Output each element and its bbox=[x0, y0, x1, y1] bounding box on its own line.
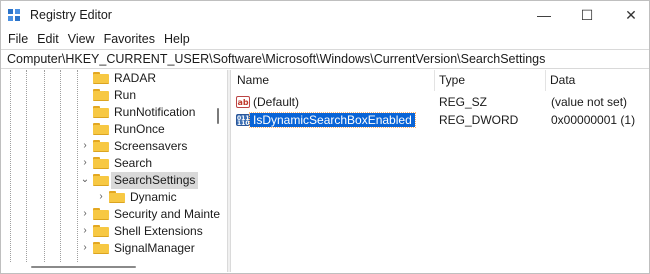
folder-icon bbox=[93, 123, 109, 135]
tree-item-searchsettings[interactable]: ⌄ SearchSettings bbox=[1, 172, 225, 189]
tree-expander[interactable] bbox=[82, 123, 92, 135]
value-row-default[interactable]: ab (Default) REG_SZ (value not set) bbox=[233, 93, 649, 111]
tree-item-signalmanager[interactable]: › SignalManager bbox=[1, 240, 225, 257]
title-bar[interactable]: Registry Editor — ☐ ✕ bbox=[1, 1, 649, 29]
chevron-right-icon[interactable]: › bbox=[80, 208, 90, 220]
folder-icon bbox=[109, 191, 125, 203]
menu-bar: File Edit View Favorites Help bbox=[1, 29, 649, 49]
address-bar[interactable]: Computer\HKEY_CURRENT_USER\Software\Micr… bbox=[1, 49, 649, 69]
column-header-data[interactable]: Data bbox=[546, 70, 649, 91]
folder-icon bbox=[93, 89, 109, 101]
tree-item-label: Search bbox=[114, 156, 153, 170]
folder-icon bbox=[93, 242, 109, 254]
value-data: (value not set) bbox=[551, 95, 628, 109]
tree-item-security-and-maintenance[interactable]: › Security and Mainte bbox=[1, 206, 225, 223]
value-name-selected: IsDynamicSearchBoxEnabled bbox=[249, 112, 416, 128]
column-header-name[interactable]: Name bbox=[233, 70, 435, 91]
value-row-isdynamicsearchboxenabled[interactable]: 011 110 IsDynamicSearchBoxEnabled REG_DW… bbox=[233, 111, 649, 129]
value-data: 0x00000001 (1) bbox=[551, 113, 636, 127]
tree-item-search[interactable]: › Search bbox=[1, 155, 225, 172]
scrollbar-thumb[interactable] bbox=[217, 108, 219, 124]
pane-splitter[interactable] bbox=[227, 70, 231, 272]
chevron-right-icon[interactable]: › bbox=[80, 140, 90, 152]
close-button[interactable]: ✕ bbox=[608, 1, 650, 29]
menu-favorites[interactable]: Favorites bbox=[97, 29, 155, 49]
chevron-right-icon[interactable]: › bbox=[80, 157, 90, 169]
folder-icon bbox=[93, 157, 109, 169]
menu-help[interactable]: Help bbox=[157, 29, 190, 49]
tree-expander[interactable] bbox=[82, 106, 92, 118]
key-tree[interactable]: RADAR Run RunNotification RunOnce › Scre… bbox=[1, 70, 225, 262]
chevron-right-icon[interactable]: › bbox=[80, 242, 90, 254]
list-horizontal-scrollbar[interactable] bbox=[233, 262, 649, 272]
value-type: REG_DWORD bbox=[439, 113, 519, 127]
value-name: (Default) bbox=[253, 95, 300, 109]
dword-value-icon: 011 110 bbox=[236, 114, 250, 127]
tree-item-label: Run bbox=[114, 88, 137, 102]
tree-item-shell-extensions[interactable]: › Shell Extensions bbox=[1, 223, 225, 240]
folder-icon bbox=[93, 72, 109, 84]
tree-item-screensavers[interactable]: › Screensavers bbox=[1, 138, 225, 155]
maximize-button[interactable]: ☐ bbox=[564, 1, 610, 29]
tree-horizontal-scrollbar[interactable] bbox=[1, 262, 225, 272]
registry-editor-icon bbox=[8, 9, 21, 22]
value-name: IsDynamicSearchBoxEnabled bbox=[249, 111, 416, 129]
tree-item-runonce[interactable]: RunOnce bbox=[1, 121, 225, 138]
tree-item-label: Dynamic bbox=[130, 190, 177, 204]
menu-view[interactable]: View bbox=[61, 29, 95, 49]
folder-open-icon bbox=[93, 174, 109, 186]
folder-icon bbox=[93, 225, 109, 237]
tree-item-run[interactable]: Run bbox=[1, 87, 225, 104]
tree-item-dynamic[interactable]: › Dynamic bbox=[1, 189, 225, 206]
string-value-icon: ab bbox=[236, 96, 250, 108]
values-list[interactable]: Name Type Data ab (Default) REG_SZ (valu… bbox=[233, 70, 649, 262]
registry-editor-window: Registry Editor — ☐ ✕ File Edit View Fav… bbox=[0, 0, 650, 274]
tree-item-label: SignalManager bbox=[114, 241, 195, 255]
tree-item-runnotification[interactable]: RunNotification bbox=[1, 104, 225, 121]
chevron-down-icon[interactable]: ⌄ bbox=[80, 174, 90, 186]
tree-item-label: RunNotification bbox=[114, 105, 196, 119]
value-type: REG_SZ bbox=[439, 95, 488, 109]
folder-icon bbox=[93, 208, 109, 220]
menu-edit[interactable]: Edit bbox=[30, 29, 59, 49]
tree-item-label: RunOnce bbox=[114, 122, 165, 136]
tree-item-label: RADAR bbox=[114, 71, 157, 85]
tree-item-label: SearchSettings bbox=[111, 172, 199, 189]
tree-item-label: Security and Mainte bbox=[114, 207, 221, 221]
chevron-right-icon[interactable]: › bbox=[80, 225, 90, 237]
tree-item-label: Screensavers bbox=[114, 139, 188, 153]
chevron-right-icon[interactable]: › bbox=[96, 191, 106, 203]
window-title: Registry Editor bbox=[30, 8, 112, 22]
column-header-type[interactable]: Type bbox=[435, 70, 546, 91]
folder-icon bbox=[93, 140, 109, 152]
menu-file[interactable]: File bbox=[1, 29, 28, 49]
tree-expander[interactable] bbox=[82, 89, 92, 101]
folder-icon bbox=[93, 106, 109, 118]
tree-item-radar[interactable]: RADAR bbox=[1, 70, 225, 87]
scrollbar-thumb[interactable] bbox=[31, 266, 136, 268]
tree-item-label: Shell Extensions bbox=[114, 224, 203, 238]
minimize-button[interactable]: — bbox=[521, 1, 567, 29]
tree-vertical-scrollbar[interactable] bbox=[214, 70, 222, 262]
tree-expander[interactable] bbox=[82, 72, 92, 84]
